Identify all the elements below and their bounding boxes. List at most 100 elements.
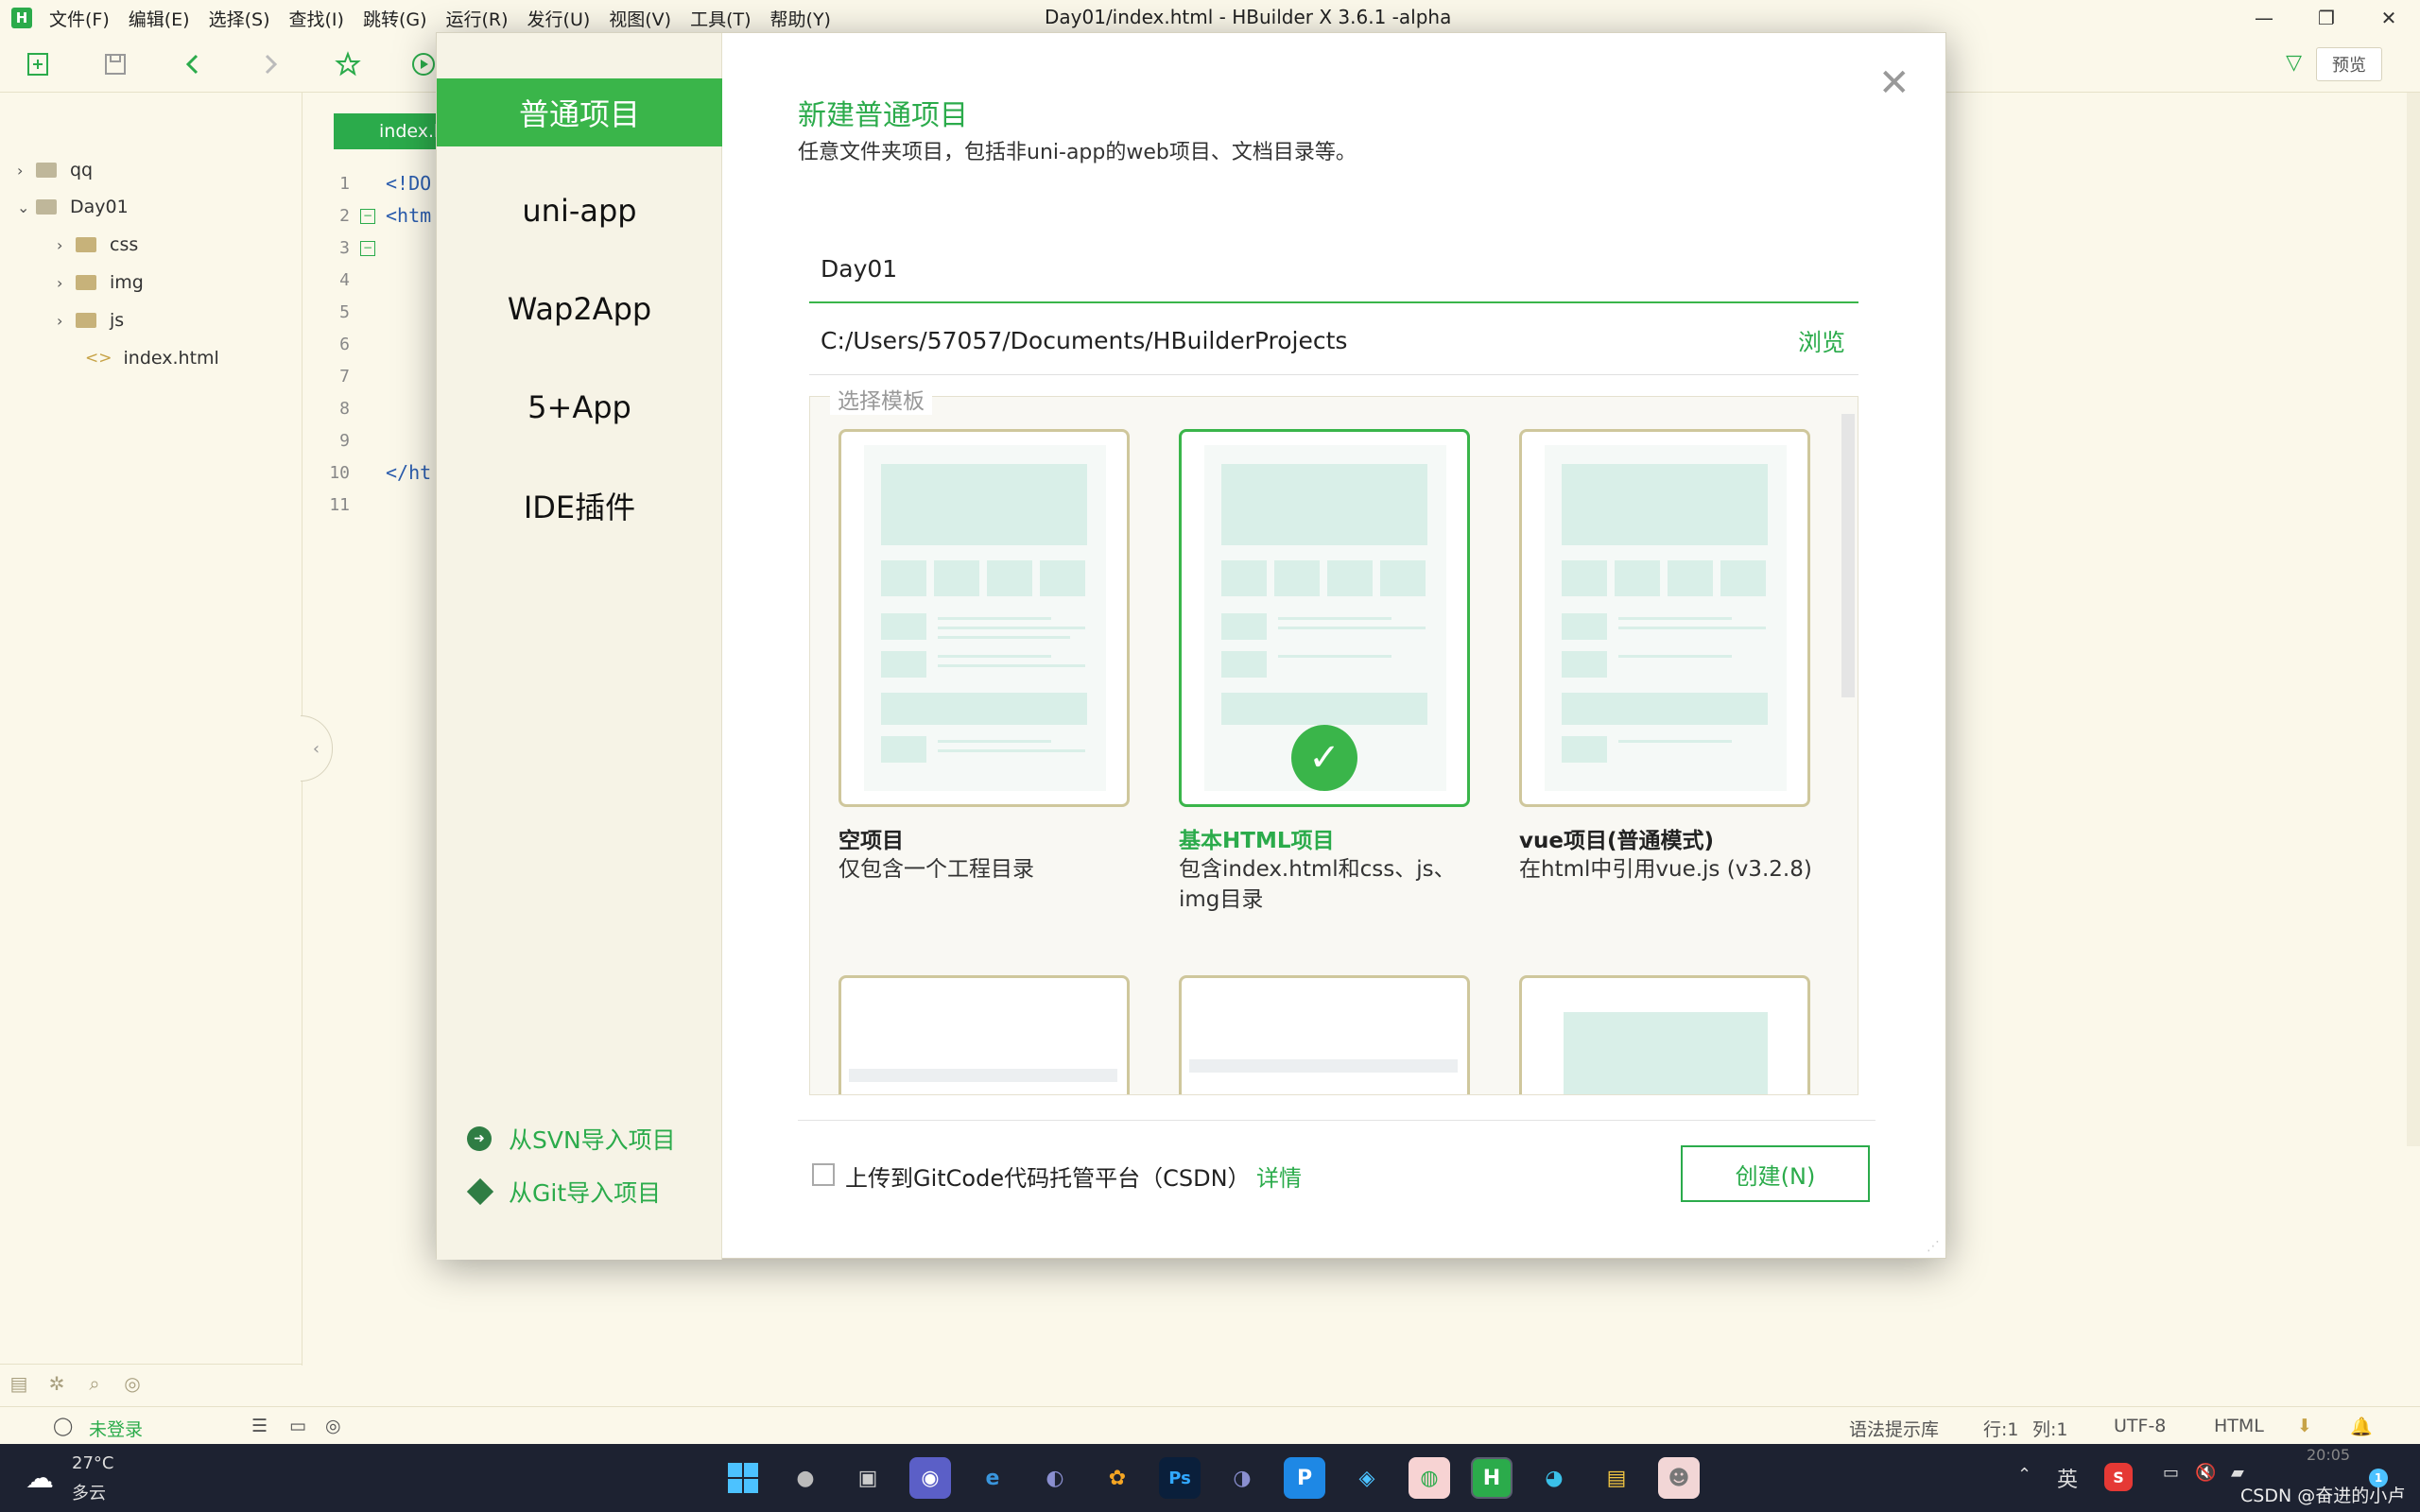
tree-item-js[interactable]: › js — [57, 301, 124, 339]
plugin-icon[interactable]: ◎ — [113, 1365, 151, 1402]
search-icon[interactable]: ● — [785, 1457, 826, 1499]
project-path-value[interactable]: C:/Users/57057/Documents/HBuilderProject… — [821, 327, 1347, 354]
fold-toggle-icon[interactable]: − — [360, 209, 375, 224]
syntax-library[interactable]: 语法提示库 — [1849, 1416, 1939, 1441]
start-icon[interactable] — [722, 1457, 764, 1499]
hbuilder-icon[interactable]: H — [1471, 1457, 1512, 1499]
menu-edit[interactable]: 编辑(E) — [129, 6, 190, 31]
sogou-icon[interactable]: S — [2104, 1463, 2133, 1491]
tree-item-qq[interactable]: › qq — [17, 151, 93, 189]
save-icon[interactable] — [98, 47, 132, 81]
task-view-icon[interactable]: ▣ — [847, 1457, 889, 1499]
menu-goto[interactable]: 跳转(G) — [363, 6, 427, 31]
pycharm-icon[interactable]: P — [1284, 1457, 1325, 1499]
template-card-basic-html[interactable]: ✓ — [1179, 429, 1470, 807]
project-name-value[interactable]: Day01 — [821, 255, 897, 283]
nav-wap2app[interactable]: Wap2App — [437, 275, 722, 343]
create-button[interactable]: 创建(N) — [1681, 1145, 1870, 1202]
weather-icon[interactable]: ☁ — [21, 1457, 59, 1499]
menu-publish[interactable]: 发行(U) — [527, 6, 591, 31]
browse-button[interactable]: 浏览 — [1798, 324, 1845, 358]
nav-5plus-app[interactable]: 5+App — [437, 373, 722, 441]
import-git-link[interactable]: 从Git导入项目 — [466, 1175, 661, 1209]
user-avatar-icon[interactable]: ◯ — [53, 1416, 73, 1436]
template-card-empty[interactable] — [838, 429, 1130, 807]
volume-muted-icon[interactable]: 🔇 — [2195, 1463, 2216, 1483]
notepad-icon[interactable]: ▤ — [1596, 1457, 1637, 1499]
menu-help[interactable]: 帮助(Y) — [770, 6, 831, 31]
edge-icon[interactable]: ◕ — [1533, 1457, 1575, 1499]
editor-scrollbar[interactable] — [2407, 93, 2420, 1146]
list-icon[interactable]: ☰ — [251, 1416, 268, 1436]
tree-item-css[interactable]: › css — [57, 226, 138, 264]
language-mode[interactable]: HTML — [2214, 1416, 2264, 1436]
login-status[interactable]: 未登录 — [89, 1416, 143, 1441]
console-icon[interactable]: ▭ — [289, 1416, 306, 1436]
wechat-icon[interactable]: ◍ — [1409, 1457, 1450, 1499]
menu-view[interactable]: 视图(V) — [609, 6, 671, 31]
forward-icon[interactable] — [253, 47, 287, 81]
menu-file[interactable]: 文件(F) — [49, 6, 110, 31]
nav-ide-plugin[interactable]: IDE插件 — [437, 472, 722, 540]
eclipse-2-icon[interactable]: ◑ — [1221, 1457, 1263, 1499]
search-panel-icon[interactable]: ⌕ — [76, 1365, 113, 1402]
collapse-arrow-icon[interactable]: ⌄ — [17, 198, 36, 216]
expand-arrow-icon[interactable]: › — [17, 162, 36, 180]
detail-link[interactable]: 详情 — [1256, 1160, 1302, 1193]
template-card-partial[interactable] — [1179, 975, 1470, 1094]
eclipse-icon[interactable]: ◐ — [1034, 1457, 1076, 1499]
star-icon[interactable] — [331, 47, 365, 81]
template-card-partial[interactable] — [1519, 975, 1810, 1094]
template-scrollbar[interactable] — [1841, 414, 1855, 697]
tree-item-index-html[interactable]: <> index.html — [85, 339, 219, 377]
filter-icon[interactable]: ▽ — [2286, 51, 2302, 75]
tree-item-img[interactable]: › img — [57, 264, 144, 301]
user-photo-icon[interactable]: ☻ — [1658, 1457, 1700, 1499]
notification-badge[interactable]: 1 — [2369, 1469, 2388, 1487]
menu-find[interactable]: 查找(I) — [289, 6, 344, 31]
expand-arrow-icon[interactable]: › — [57, 236, 76, 254]
ime-indicator[interactable]: 英 — [2057, 1463, 2078, 1493]
expand-arrow-icon[interactable]: › — [57, 274, 76, 292]
new-file-icon[interactable] — [21, 47, 55, 81]
expand-arrow-icon[interactable]: › — [57, 312, 76, 330]
back-icon[interactable] — [176, 47, 210, 81]
template-card-partial[interactable] — [838, 975, 1130, 1094]
shield-icon[interactable]: ◈ — [1346, 1457, 1388, 1499]
code-line[interactable]: <htm — [386, 204, 431, 227]
project-path-field[interactable]: C:/Users/57057/Documents/HBuilderProject… — [809, 307, 1858, 375]
minimize-button[interactable]: — — [2233, 0, 2295, 36]
resize-grip-icon[interactable]: ⋰ — [1927, 1239, 1942, 1254]
photoshop-icon[interactable]: Ps — [1159, 1457, 1201, 1499]
battery-icon[interactable]: ▰ — [2231, 1463, 2244, 1483]
upload-label[interactable]: 上传到GitCode代码托管平台（CSDN） — [845, 1160, 1251, 1193]
teams-icon[interactable]: ◉ — [909, 1457, 951, 1499]
template-card-vue[interactable] — [1519, 429, 1810, 807]
editor-tab-index[interactable]: index.h — [334, 113, 447, 149]
code-line[interactable]: <!DO — [386, 172, 431, 195]
preview-button[interactable]: 预览 — [2316, 47, 2382, 81]
encoding[interactable]: UTF-8 — [2114, 1416, 2166, 1436]
download-icon[interactable]: ⬇ — [2297, 1416, 2312, 1436]
tree-item-day01[interactable]: ⌄ Day01 — [17, 188, 129, 226]
fold-toggle-icon[interactable]: − — [360, 241, 375, 256]
ie-icon[interactable]: e — [972, 1457, 1013, 1499]
terminal-icon[interactable]: ◎ — [325, 1416, 341, 1436]
nav-uni-app[interactable]: uni-app — [437, 177, 722, 245]
network-icon[interactable]: ▭ — [2163, 1463, 2179, 1483]
tray-arrow-icon[interactable]: ⌃ — [2017, 1465, 2031, 1485]
menu-run[interactable]: 运行(R) — [446, 6, 509, 31]
bell-icon[interactable]: 🔔 — [2350, 1416, 2373, 1437]
menu-select[interactable]: 选择(S) — [209, 6, 270, 31]
nav-normal-project[interactable]: 普通项目 — [437, 78, 722, 146]
collapse-sidebar-icon[interactable]: ‹ — [301, 715, 333, 782]
restore-button[interactable]: ❐ — [2295, 0, 2358, 36]
upload-checkbox[interactable] — [812, 1163, 835, 1186]
import-svn-link[interactable]: ➜ 从SVN导入项目 — [467, 1122, 676, 1156]
photos-icon[interactable]: ✿ — [1097, 1457, 1138, 1499]
project-panel-icon[interactable]: ▤ — [0, 1365, 38, 1402]
project-name-field[interactable]: Day01 — [809, 235, 1858, 303]
menu-tools[interactable]: 工具(T) — [690, 6, 751, 31]
code-line[interactable]: </ht — [386, 461, 431, 484]
close-icon[interactable]: ✕ — [1878, 61, 1910, 105]
